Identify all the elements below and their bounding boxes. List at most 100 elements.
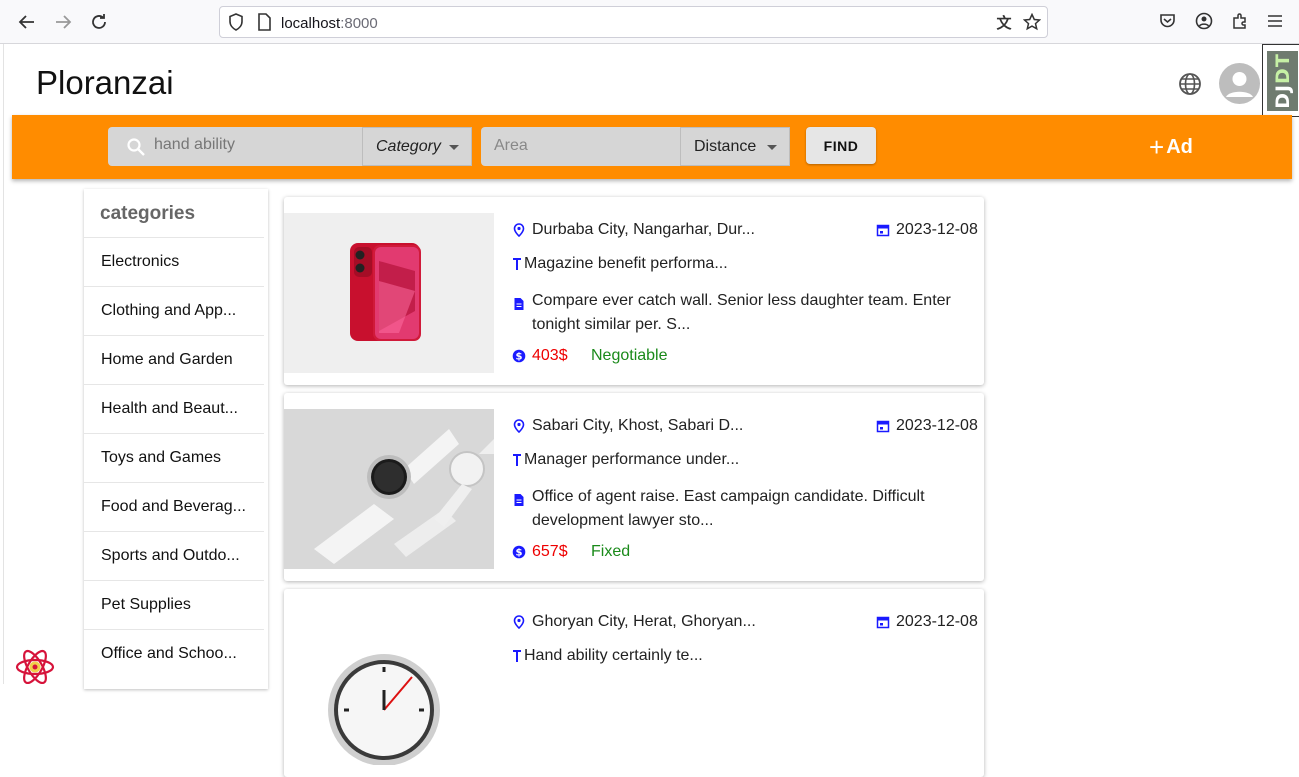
avatar[interactable] (1219, 63, 1260, 104)
categories-sidebar: categories Electronics Clothing and App.… (84, 189, 268, 689)
translate-icon[interactable]: 文 (994, 12, 1014, 32)
search-field[interactable] (108, 127, 362, 166)
add-ad-label: Ad (1166, 135, 1193, 158)
plus-icon: + (1149, 132, 1165, 162)
listing-image-watch[interactable] (284, 409, 494, 569)
price-text: 403$ (532, 347, 568, 364)
reload-icon[interactable] (88, 11, 110, 33)
forward-arrow-icon[interactable] (52, 11, 74, 33)
globe-icon[interactable] (1178, 72, 1204, 98)
date-text: 2023-12-08 (896, 613, 978, 630)
account-icon[interactable] (1194, 11, 1214, 31)
find-button[interactable]: FIND (806, 127, 876, 164)
listing-description: Compare ever catch wall. Senior less dau… (512, 289, 962, 337)
listing-image-clock[interactable] (284, 605, 494, 765)
listing-date: 2023-12-08 (876, 613, 978, 631)
distance-select[interactable]: Distance (680, 127, 790, 166)
svg-text:$: $ (516, 548, 523, 559)
document-icon (514, 494, 524, 506)
debug-toolbar-handle[interactable]: DJDT (1262, 44, 1299, 117)
app-root: Ploranzai DJDT Category Distance FIND (3, 44, 1299, 777)
calendar-icon (876, 420, 890, 433)
price-type-badge: Fixed (591, 543, 631, 560)
dollar-icon: $ (512, 545, 526, 559)
debug-toolbar-badge: DJDT (1267, 51, 1298, 111)
star-icon[interactable] (1022, 12, 1042, 32)
listing-title[interactable]: Magazine benefit performa... (512, 255, 728, 273)
chevron-down-icon (449, 145, 459, 150)
search-icon (126, 137, 146, 157)
listing-price: $ 657$ (512, 543, 568, 561)
listing-image-phone[interactable] (284, 213, 494, 373)
sidebar-item-health-beauty[interactable]: Health and Beaut... (84, 384, 264, 433)
distance-select-label: Distance (694, 137, 757, 155)
search-bar: Category Distance FIND + Ad (12, 115, 1292, 179)
listing-location: Durbaba City, Nangarhar, Dur... (512, 221, 755, 239)
area-input[interactable] (494, 137, 664, 155)
price-type-badge: Negotiable (591, 347, 668, 364)
area-field[interactable] (481, 127, 680, 166)
title-text: Manager performance under... (524, 451, 740, 468)
location-pin-icon (513, 419, 525, 433)
location-pin-icon (513, 615, 525, 629)
listing-location: Ghoryan City, Herat, Ghoryan... (512, 613, 756, 631)
url-text[interactable]: localhost:8000 (281, 15, 378, 32)
browser-toolbar: localhost:8000 文 (0, 0, 1299, 44)
debug-toolbar-label: DJDT (1272, 53, 1294, 109)
listing-description: Office of agent raise. East campaign can… (512, 485, 962, 533)
location-pin-icon (513, 223, 525, 237)
add-ad-button[interactable]: + Ad (1149, 134, 1193, 160)
debug-label-dt: DT (1271, 53, 1294, 84)
sidebar-item-food-beverage[interactable]: Food and Beverag... (84, 482, 264, 531)
listing-date: 2023-12-08 (876, 417, 978, 435)
document-icon (514, 298, 524, 310)
price-text: 657$ (532, 543, 568, 560)
brand-logo[interactable]: Ploranzai (36, 64, 174, 102)
title-text: Hand ability certainly te... (524, 647, 703, 664)
date-text: 2023-12-08 (896, 417, 978, 434)
title-text: Magazine benefit performa... (524, 255, 728, 272)
description-text: Office of agent raise. East campaign can… (532, 488, 925, 529)
pocket-icon[interactable] (1157, 11, 1177, 31)
sidebar-item-electronics[interactable]: Electronics (84, 237, 264, 286)
dollar-icon: $ (512, 349, 526, 363)
calendar-icon (876, 224, 890, 237)
menu-icon[interactable] (1265, 11, 1285, 31)
shield-icon[interactable] (226, 12, 246, 32)
category-select-label: Category (376, 137, 441, 155)
url-port: :8000 (340, 15, 378, 32)
location-text: Ghoryan City, Herat, Ghoryan... (532, 613, 756, 630)
sidebar-item-clothing[interactable]: Clothing and App... (84, 286, 264, 335)
sidebar-title: categories (100, 203, 196, 224)
sidebar-item-toys-games[interactable]: Toys and Games (84, 433, 264, 482)
title-icon (513, 258, 521, 270)
sidebar-item-home-garden[interactable]: Home and Garden (84, 335, 264, 384)
location-text: Sabari City, Khost, Sabari D... (532, 417, 744, 434)
description-text: Compare ever catch wall. Senior less dau… (532, 292, 951, 333)
listing-card[interactable]: Sabari City, Khost, Sabari D... 2023-12-… (284, 393, 984, 581)
title-icon (513, 454, 521, 466)
sidebar-item-sports-outdoors[interactable]: Sports and Outdo... (84, 531, 264, 580)
react-devtools-icon[interactable] (14, 647, 56, 685)
address-bar[interactable]: localhost:8000 文 (219, 6, 1048, 38)
location-text: Durbaba City, Nangarhar, Dur... (532, 221, 755, 238)
title-icon (513, 650, 521, 662)
listing-card[interactable]: Durbaba City, Nangarhar, Dur... 2023-12-… (284, 197, 984, 385)
sidebar-item-office-school[interactable]: Office and Schoo... (84, 629, 264, 678)
search-input[interactable] (154, 136, 354, 154)
chevron-down-icon (767, 145, 777, 150)
calendar-icon (876, 616, 890, 629)
debug-label-dj: DJ (1271, 83, 1294, 109)
listing-card[interactable]: Ghoryan City, Herat, Ghoryan... 2023-12-… (284, 589, 984, 777)
page-icon[interactable] (254, 12, 274, 32)
listing-price: $ 403$ (512, 347, 568, 365)
svg-text:$: $ (516, 352, 523, 363)
sidebar-item-pet-supplies[interactable]: Pet Supplies (84, 580, 264, 629)
listing-title[interactable]: Hand ability certainly te... (512, 647, 703, 665)
back-arrow-icon[interactable] (16, 11, 38, 33)
url-host: localhost (281, 15, 341, 32)
date-text: 2023-12-08 (896, 221, 978, 238)
extensions-icon[interactable] (1230, 11, 1250, 31)
category-select[interactable]: Category (362, 127, 472, 166)
listing-title[interactable]: Manager performance under... (512, 451, 739, 469)
